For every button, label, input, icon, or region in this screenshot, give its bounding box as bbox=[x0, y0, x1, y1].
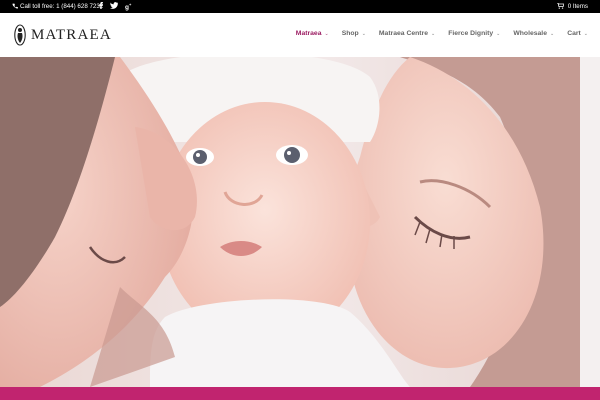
cart-icon bbox=[556, 2, 565, 11]
nav-item-fierce-dignity[interactable]: Fierce Dignity ⌄ bbox=[448, 30, 500, 37]
cart-count: 0 Items bbox=[567, 3, 588, 10]
site-logo[interactable]: MATRAEA bbox=[14, 24, 112, 46]
google-plus-icon[interactable]: g+ bbox=[125, 2, 131, 11]
hero-image bbox=[0, 57, 600, 387]
nav-item-wholesale[interactable]: Wholesale ⌄ bbox=[513, 30, 554, 37]
chevron-down-icon: ⌄ bbox=[431, 30, 436, 37]
twitter-icon[interactable] bbox=[109, 2, 118, 11]
chevron-down-icon: ⌄ bbox=[549, 30, 555, 37]
main-nav: Matraea ⌄ Shop ⌄ Matraea Centre ⌄ Fierce Di… bbox=[296, 30, 588, 37]
bottom-accent-bar bbox=[0, 387, 600, 400]
nav-item-matraea-centre[interactable]: Matraea Centre ⌄ bbox=[379, 30, 435, 37]
cart-link[interactable]: 0 Items bbox=[556, 0, 588, 13]
nav-label: Fierce Dignity bbox=[448, 30, 494, 37]
nav-item-cart[interactable]: Cart ⌄ bbox=[567, 30, 588, 37]
phone-text: Call toll free: 1 (844) 628 7232 bbox=[20, 3, 104, 10]
logo-text: MATRAEA bbox=[31, 26, 112, 43]
hero-photo-illustration bbox=[0, 57, 600, 387]
social-links: g+ bbox=[99, 0, 131, 13]
logo-mark-icon bbox=[14, 24, 26, 46]
top-bar: Call toll free: 1 (844) 628 7232 g+ 0 It… bbox=[0, 0, 600, 13]
nav-label: Shop bbox=[341, 30, 359, 37]
nav-label: Cart bbox=[567, 30, 581, 37]
nav-item-matraea[interactable]: Matraea ⌄ bbox=[296, 30, 329, 37]
nav-label: Matraea Centre bbox=[378, 30, 428, 37]
phone-icon bbox=[12, 3, 18, 11]
chevron-down-icon: ⌄ bbox=[361, 30, 366, 37]
nav-label: Matraea bbox=[295, 30, 322, 37]
nav-label: Wholesale bbox=[513, 30, 547, 37]
chevron-down-icon: ⌄ bbox=[583, 30, 588, 37]
chevron-down-icon: ⌄ bbox=[324, 30, 329, 37]
chevron-down-icon: ⌄ bbox=[496, 30, 501, 37]
phone-contact[interactable]: Call toll free: 1 (844) 628 7232 bbox=[12, 0, 103, 13]
nav-item-shop[interactable]: Shop ⌄ bbox=[342, 30, 366, 37]
facebook-icon[interactable] bbox=[99, 2, 103, 11]
site-header: MATRAEA Matraea ⌄ Shop ⌄ Matraea Centre ⌄ F… bbox=[0, 13, 600, 57]
